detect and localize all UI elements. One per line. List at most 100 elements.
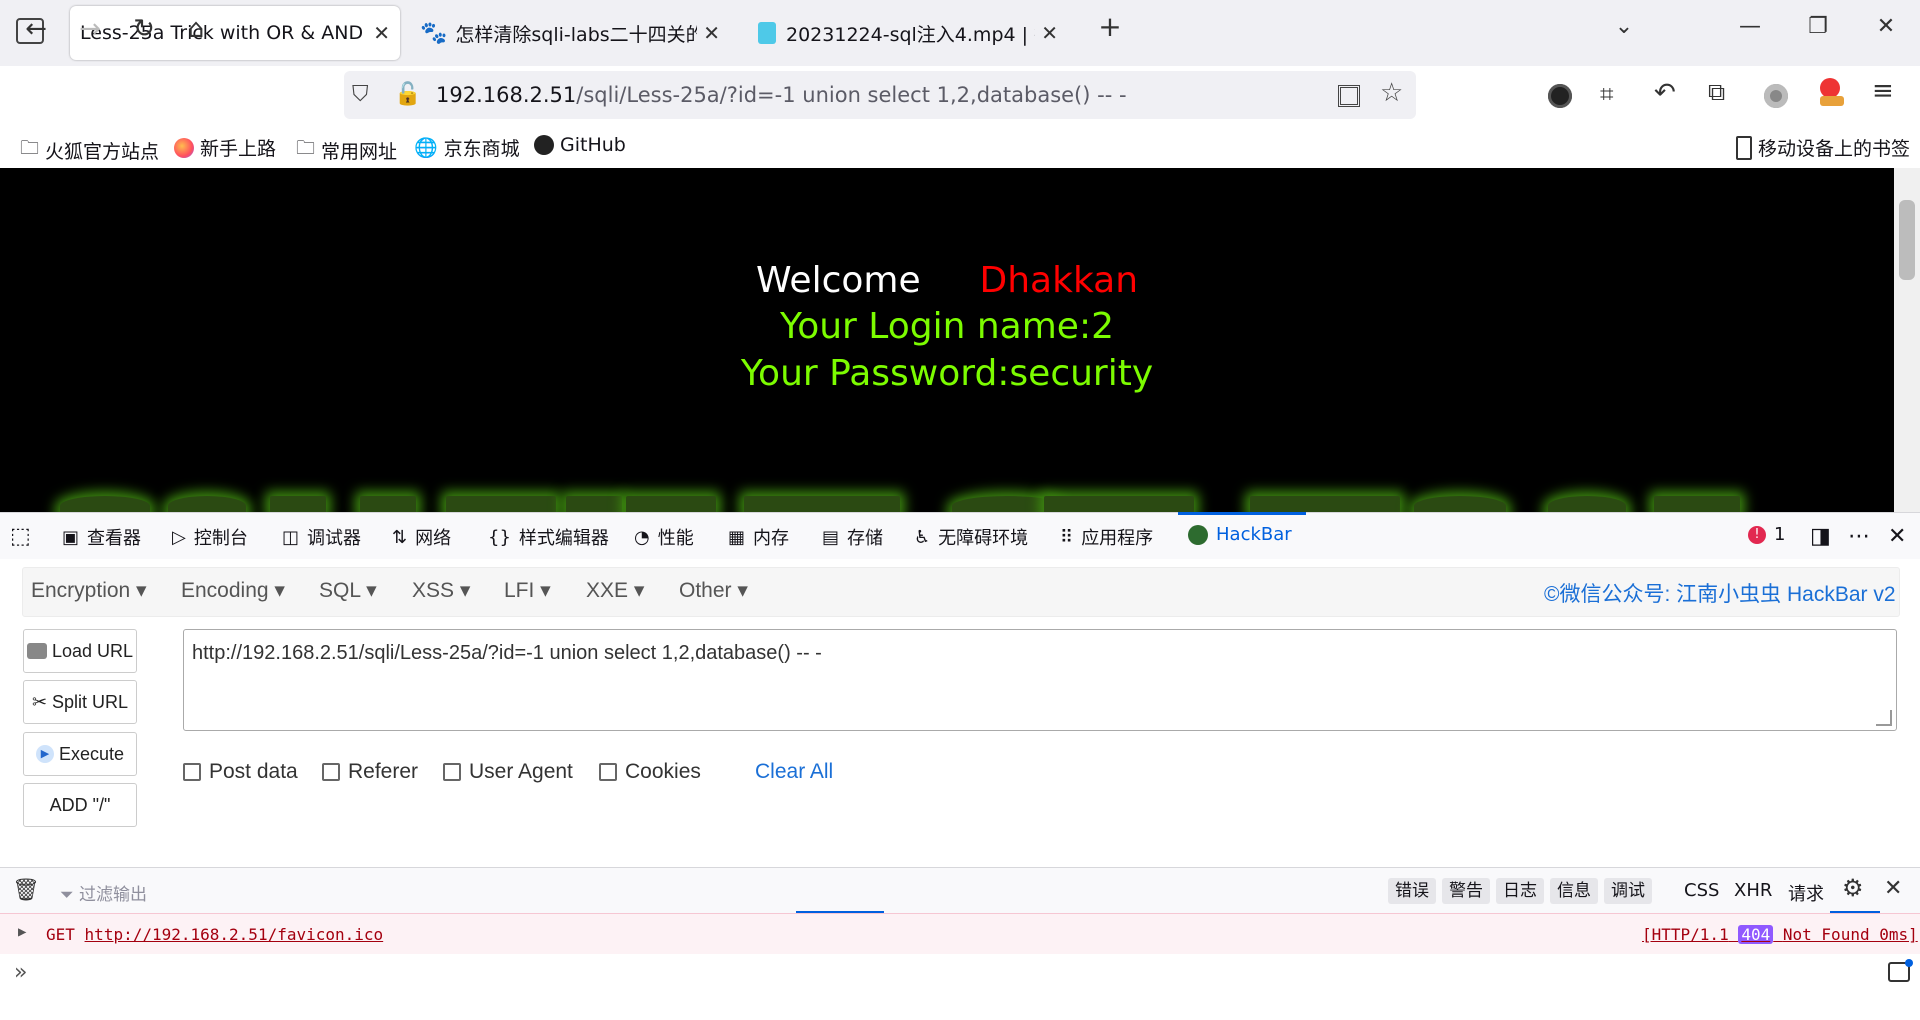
response-status[interactable]: [HTTP/1.1 404 Not Found 0ms] — [1642, 925, 1918, 944]
referer-checkbox[interactable]: Referer — [322, 760, 418, 784]
tab-1[interactable]: Less-25a Trick with OR & AND Bl ✕ — [70, 6, 400, 60]
close-devtools-icon[interactable]: ✕ — [1888, 524, 1906, 549]
bookmark-item[interactable]: 🗀 常用网址 — [296, 134, 397, 166]
tab-3[interactable]: 20231224-sql注入4.mp4 | 行有 ✕ — [748, 6, 1068, 60]
insecure-lock-icon[interactable]: 🔓 — [394, 82, 421, 107]
forward-icon[interactable]: → — [74, 14, 106, 44]
crop-icon[interactable]: ⌗ — [1600, 80, 1614, 108]
menu-icon[interactable]: ≡ — [1872, 76, 1894, 106]
accessibility-icon: ♿ — [914, 526, 931, 548]
extensions-icon[interactable]: ⧉ — [1708, 78, 1725, 106]
menu-encryption[interactable]: Encryption ▾ — [31, 578, 147, 603]
chevron-down-icon[interactable]: ⌄ — [1604, 14, 1644, 39]
qr-code-icon[interactable] — [1338, 85, 1360, 107]
star-icon[interactable]: ☆ — [1380, 78, 1403, 108]
request-method: GET — [46, 925, 75, 944]
post-data-checkbox[interactable]: Post data — [183, 760, 298, 784]
tab-performance[interactable]: ◔ 性能 — [634, 524, 694, 550]
page-scrollbar[interactable] — [1894, 168, 1920, 512]
addon-icon[interactable] — [1820, 78, 1844, 106]
storage-icon: ▤ — [822, 526, 840, 548]
close-icon[interactable]: ✕ — [703, 21, 720, 45]
split-url-button[interactable]: ✂ Split URL — [23, 680, 137, 724]
debugger-icon: ◫ — [282, 526, 300, 548]
more-options-icon[interactable]: ⋯ — [1848, 524, 1870, 549]
filter-logs[interactable]: 日志 — [1496, 878, 1544, 904]
back-icon[interactable]: ← — [20, 14, 52, 44]
close-icon[interactable]: ✕ — [1041, 21, 1058, 45]
tab-accessibility[interactable]: ♿ 无障碍环境 — [914, 524, 1028, 550]
tab-debugger[interactable]: ◫ 调试器 — [282, 524, 361, 550]
url-text[interactable]: 192.168.2.51/sqli/Less-25a/?id=-1 union … — [436, 83, 1127, 107]
menu-other[interactable]: Other ▾ — [679, 578, 748, 603]
bookmark-item[interactable]: 🗀 火狐官方站点 — [20, 134, 159, 166]
error-count-badge[interactable]: ! 1 — [1748, 524, 1785, 545]
scissors-icon: ✂ — [31, 691, 48, 712]
mobile-bookmarks[interactable]: 移动设备上的书签 — [1736, 134, 1910, 161]
reload-icon[interactable]: ↻ — [128, 14, 160, 44]
welcome-name: Dhakkan — [979, 260, 1139, 301]
menu-sql[interactable]: SQL ▾ — [319, 578, 377, 603]
minimize-button[interactable]: — — [1730, 14, 1770, 39]
bookmarks-bar — [0, 126, 1920, 168]
profile-avatar[interactable] — [1548, 84, 1572, 108]
filter-css[interactable]: CSS — [1684, 880, 1719, 901]
close-icon[interactable]: ✕ — [1884, 876, 1902, 901]
tab-2[interactable]: 🐾 怎样清除sqli-labs二十四关的记 ✕ — [410, 6, 730, 60]
restore-button[interactable]: ❐ — [1798, 14, 1838, 39]
menu-xxe[interactable]: XXE ▾ — [586, 578, 644, 603]
filter-debug[interactable]: 调试 — [1604, 878, 1652, 904]
hackbar-url-input[interactable]: http://192.168.2.51/sqli/Less-25a/?id=-1… — [183, 629, 1897, 731]
console-input-row[interactable] — [0, 954, 1920, 1004]
resize-handle-icon[interactable] — [1876, 710, 1892, 726]
menu-lfi[interactable]: LFI ▾ — [504, 578, 551, 603]
tab-memory[interactable]: ▦ 内存 — [728, 524, 789, 550]
filter-input[interactable]: ⏷ 过滤输出 — [60, 880, 147, 905]
editor-toggle-icon[interactable] — [1888, 959, 1913, 982]
tab-storage[interactable]: ▤ 存储 — [822, 524, 883, 550]
tab-console[interactable]: ▷ 控制台 — [172, 524, 248, 550]
tab-network[interactable]: ⇅ 网络 — [392, 524, 451, 550]
tab-style-editor[interactable]: {} 样式编辑器 — [488, 524, 609, 550]
welcome-text: Welcome — [755, 260, 921, 301]
hackbar-url-value: http://192.168.2.51/sqli/Less-25a/?id=-1… — [192, 642, 822, 664]
expand-triangle-icon[interactable]: ▶ — [18, 924, 26, 940]
cookies-checkbox[interactable]: Cookies — [599, 760, 701, 784]
tab-hackbar[interactable]: HackBar — [1188, 524, 1292, 545]
shield-icon[interactable]: ⛉ — [352, 82, 369, 107]
menu-encoding[interactable]: Encoding ▾ — [181, 578, 285, 603]
add-slash-button[interactable]: ADD "/" — [23, 783, 137, 827]
bookmark-item[interactable]: GitHub — [534, 134, 626, 156]
undo-icon[interactable]: ↶ — [1654, 78, 1676, 108]
gear-icon[interactable]: ⚙ — [1842, 874, 1864, 902]
filter-warnings[interactable]: 警告 — [1442, 878, 1490, 904]
filter-requests[interactable]: 请求 — [1788, 880, 1824, 906]
filter-errors[interactable]: 错误 — [1388, 878, 1436, 904]
url-path: /sqli/Less-25a/?id=-1 union select 1,2,d… — [576, 83, 1127, 107]
bookmark-item[interactable]: 🌐 京东商城 — [414, 134, 520, 161]
tab-inspector[interactable]: ▣ 查看器 — [62, 524, 141, 550]
scroll-thumb[interactable] — [1899, 200, 1915, 280]
menu-xss[interactable]: XSS ▾ — [412, 578, 470, 603]
home-icon[interactable]: ⌂ — [180, 14, 212, 44]
element-picker-icon[interactable]: ⬚ — [10, 524, 31, 549]
page-content: Welcome Dhakkan Your Login name:2 Your P… — [0, 168, 1894, 512]
new-tab-button[interactable]: + — [1090, 10, 1130, 43]
close-icon[interactable]: ✕ — [373, 21, 390, 45]
user-agent-checkbox[interactable]: User Agent — [443, 760, 573, 784]
bookmark-item[interactable]: 新手上路 — [174, 134, 276, 161]
tab-application[interactable]: ⠿ 应用程序 — [1060, 524, 1153, 550]
chevron-right-icon[interactable]: » — [14, 960, 27, 985]
filter-xhr[interactable]: XHR — [1734, 880, 1772, 901]
request-url[interactable]: http://192.168.2.51/favicon.ico — [85, 925, 384, 944]
filter-info[interactable]: 信息 — [1550, 878, 1598, 904]
active-tab-indicator — [1178, 512, 1306, 515]
filter-icon: ⏷ — [60, 885, 74, 905]
load-url-button[interactable]: Load URL — [23, 629, 137, 673]
trash-icon[interactable]: 🗑 — [12, 878, 40, 903]
close-window-button[interactable]: ✕ — [1866, 14, 1906, 39]
record-icon[interactable] — [1764, 84, 1788, 108]
dock-icon[interactable]: ◨ — [1810, 524, 1831, 549]
execute-button[interactable]: ▶ Execute — [23, 732, 137, 776]
clear-all-link[interactable]: Clear All — [755, 760, 833, 784]
